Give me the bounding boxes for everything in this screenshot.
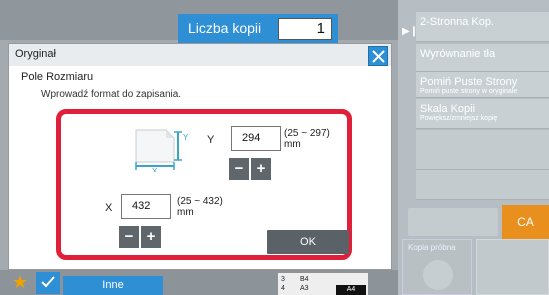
color-start-button[interactable] <box>476 239 549 295</box>
menu-item-empty <box>416 130 549 170</box>
copies-count-field[interactable]: 1 <box>278 18 332 40</box>
menu-item-background-alignment[interactable]: Wyrównanie tła <box>416 44 549 72</box>
menu-item-duplex[interactable]: 2-Stronna Kop. <box>416 12 549 42</box>
icon-y-label: Y <box>183 133 189 142</box>
x-label: X <box>105 202 113 214</box>
paper-dimensions-icon: Y X <box>135 129 189 172</box>
y-decrease-button[interactable]: − <box>229 158 249 180</box>
proof-copy-button[interactable]: Kopia próbna <box>402 239 472 295</box>
dialog-instruction: Wprowadź format do zapisania. <box>41 89 182 100</box>
y-unit: mm <box>284 139 301 150</box>
tray-size: B4 <box>300 276 309 283</box>
close-icon <box>372 50 385 63</box>
y-increase-button[interactable]: + <box>251 158 271 180</box>
ok-button[interactable]: OK <box>267 230 349 254</box>
checkmark-button[interactable] <box>36 272 60 294</box>
menu-item-description: Powiększ/zmniejsz kopię <box>420 115 498 122</box>
tray-number: 4 <box>281 285 285 292</box>
x-range: (25 ~ 432) <box>177 196 223 207</box>
favorite-star-icon[interactable]: ★ <box>12 272 28 293</box>
original-size-dialog: Oryginał Pole Rozmiaru Wprowadź format d… <box>8 43 392 270</box>
x-value-field[interactable]: 432 <box>121 194 171 219</box>
others-button[interactable]: Inne <box>63 276 163 295</box>
menu-item-description: Pomiń puste strony w oryginale <box>420 88 518 95</box>
icon-x-label: X <box>152 167 158 172</box>
x-decrease-button[interactable]: − <box>119 226 139 248</box>
menu-item-copy-scale[interactable]: Skala Kopii Powiększ/zmniejsz kopię <box>416 99 549 129</box>
y-range: (25 ~ 297) <box>284 128 330 139</box>
close-button[interactable] <box>368 46 388 66</box>
checkmark-icon <box>41 276 55 288</box>
menu-item-label: Wyrównanie tła <box>420 48 496 60</box>
menu-item-empty <box>416 170 549 200</box>
selected-tray-badge: A4 <box>336 285 366 295</box>
menu-item-label: Pomiń Puste Strony <box>420 76 518 88</box>
tray-number: 3 <box>281 276 285 283</box>
x-increase-button[interactable]: + <box>141 226 161 248</box>
copies-label: Liczba kopii <box>188 20 262 36</box>
menu-item-label: Skala Kopii <box>420 103 476 115</box>
dialog-title: Oryginał <box>15 48 56 60</box>
dialog-header <box>9 44 391 66</box>
menu-item-skip-blank-pages[interactable]: Pomiń Puste Strony Pomiń puste strony w … <box>416 72 549 98</box>
tray-size: A3 <box>300 285 309 292</box>
y-value-field[interactable]: 294 <box>231 126 281 151</box>
y-label: Y <box>207 134 215 146</box>
x-unit: mm <box>177 207 194 218</box>
proof-copy-label: Kopia próbna <box>408 243 456 252</box>
black-white-start-button[interactable] <box>408 208 498 236</box>
size-input-panel: Y X Y 294 (25 ~ 297) mm − + X 432 (25 ~ … <box>56 109 352 260</box>
menu-item-label: 2-Stronna Kop. <box>420 16 494 28</box>
proof-copy-icon <box>423 260 453 290</box>
dialog-subtitle: Pole Rozmiaru <box>21 71 94 83</box>
clear-all-button[interactable]: CA <box>502 205 549 239</box>
